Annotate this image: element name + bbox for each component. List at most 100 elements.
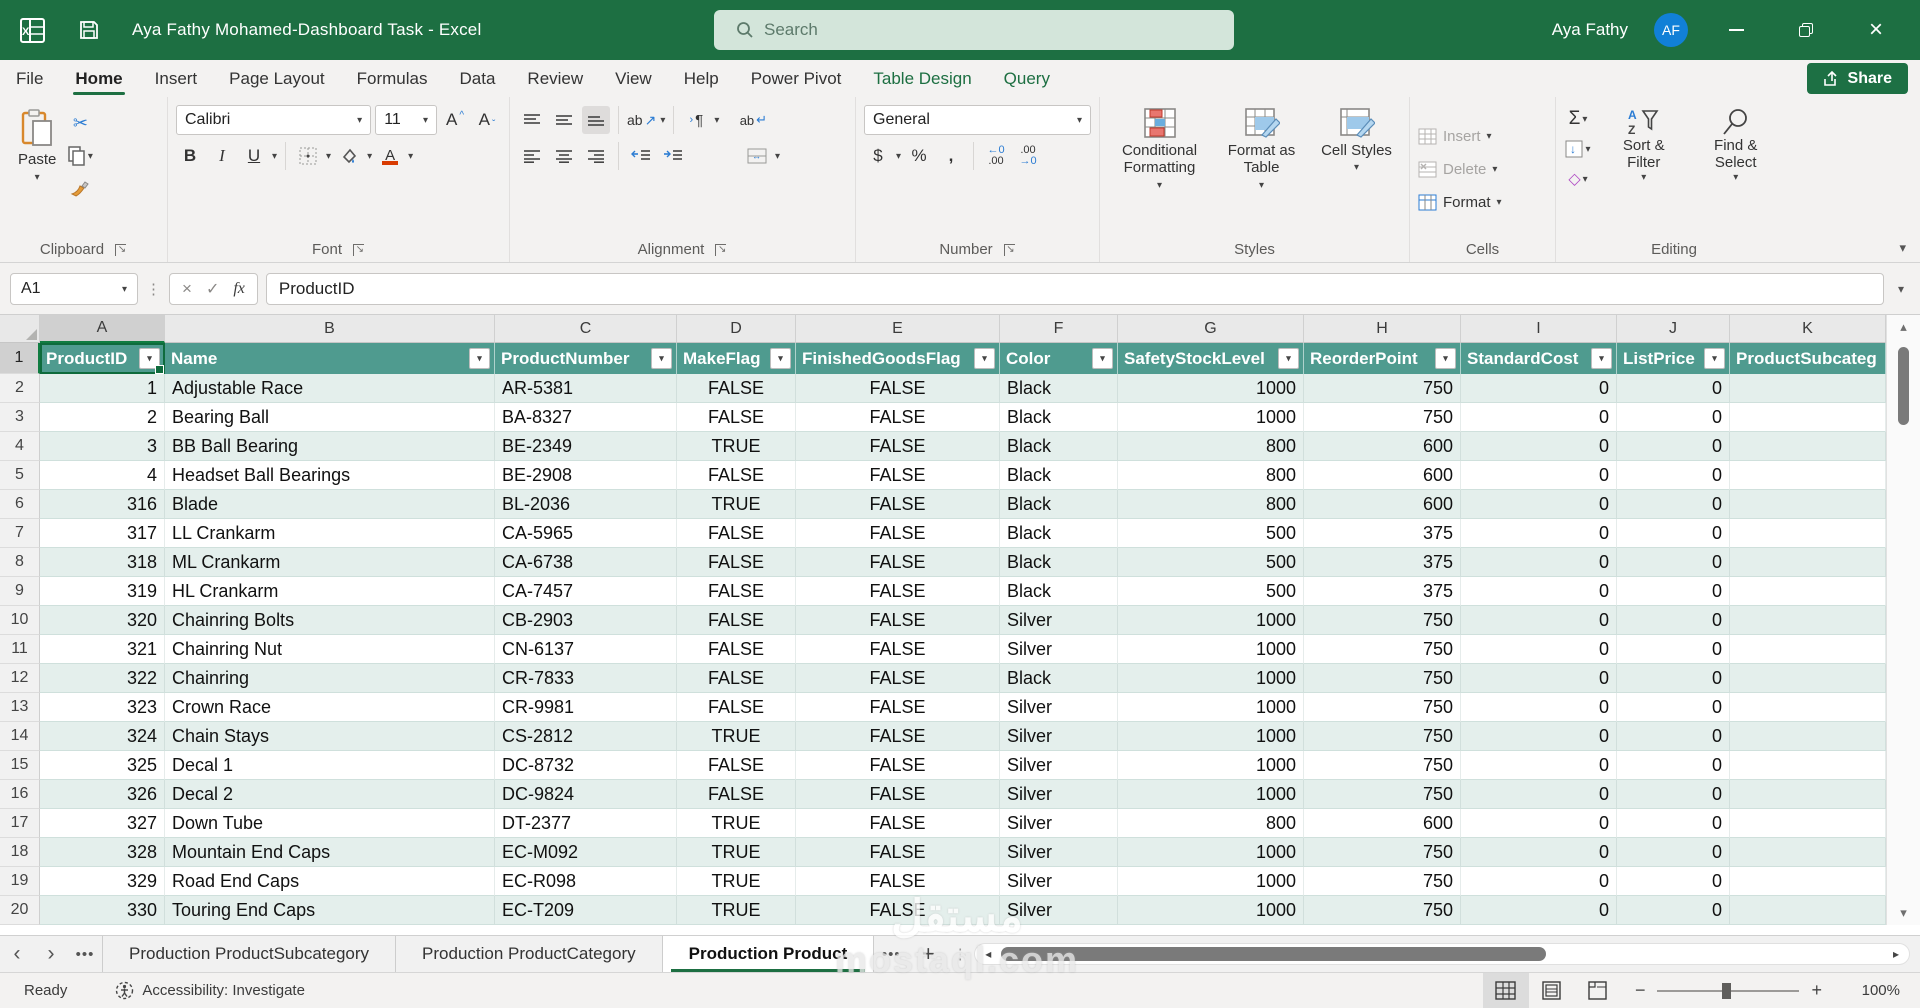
cell-J18[interactable]: 0 [1617,838,1730,867]
search-box[interactable]: Search [714,10,1234,50]
cell-D16[interactable]: FALSE [677,780,796,809]
cell-J3[interactable]: 0 [1617,403,1730,432]
cell-K13[interactable] [1730,693,1886,722]
cell-H8[interactable]: 375 [1304,548,1461,577]
cell-F19[interactable]: Silver [1000,867,1118,896]
cell-B18[interactable]: Mountain End Caps [165,838,495,867]
cell-A12[interactable]: 322 [40,664,165,693]
cell-K18[interactable] [1730,838,1886,867]
ribbon-tab-review[interactable]: Review [511,60,599,97]
cell-J6[interactable]: 0 [1617,490,1730,519]
sheet-tab-production-productsubcategory[interactable]: Production ProductSubcategory [102,936,396,973]
cell-G8[interactable]: 500 [1118,548,1304,577]
cell-D2[interactable]: FALSE [677,374,796,403]
font-dialog-launcher[interactable]: ↘ [352,243,365,256]
cell-A18[interactable]: 328 [40,838,165,867]
more-sheets-left-icon[interactable]: ••• [68,946,102,963]
zoom-thumb[interactable] [1722,983,1731,999]
filter-button[interactable]: ▾ [770,348,791,369]
cell-B13[interactable]: Crown Race [165,693,495,722]
hscroll-thumb[interactable] [1001,947,1546,961]
cell-K19[interactable] [1730,867,1886,896]
cell-G5[interactable]: 800 [1118,461,1304,490]
cell-A10[interactable]: 320 [40,606,165,635]
cell-C8[interactable]: CA-6738 [495,548,677,577]
cell-H20[interactable]: 750 [1304,896,1461,925]
cell-G9[interactable]: 500 [1118,577,1304,606]
accessibility-status[interactable]: Accessibility: Investigate [115,981,305,1000]
cell-J13[interactable]: 0 [1617,693,1730,722]
cell-K10[interactable] [1730,606,1886,635]
cell-D7[interactable]: FALSE [677,519,796,548]
cell-D15[interactable]: FALSE [677,751,796,780]
cell-C14[interactable]: CS-2812 [495,722,677,751]
cell-F11[interactable]: Silver [1000,635,1118,664]
cell-A14[interactable]: 324 [40,722,165,751]
cell-E2[interactable]: FALSE [796,374,1000,403]
cell-H11[interactable]: 750 [1304,635,1461,664]
cell-A19[interactable]: 329 [40,867,165,896]
cell-I11[interactable]: 0 [1461,635,1617,664]
ribbon-tab-page-layout[interactable]: Page Layout [213,60,340,97]
cell-B5[interactable]: Headset Ball Bearings [165,461,495,490]
cell-F15[interactable]: Silver [1000,751,1118,780]
cell-B12[interactable]: Chainring [165,664,495,693]
user-name[interactable]: Aya Fathy [1552,20,1628,40]
cell-E10[interactable]: FALSE [796,606,1000,635]
format-as-table-button[interactable]: Format as Table ▾ [1212,105,1312,234]
new-sheet-button[interactable]: + [908,941,948,967]
format-painter-button[interactable] [66,175,94,203]
cell-E4[interactable]: FALSE [796,432,1000,461]
row-header-16[interactable]: 16 [0,780,40,809]
cell-E15[interactable]: FALSE [796,751,1000,780]
cell-F13[interactable]: Silver [1000,693,1118,722]
cell-G7[interactable]: 500 [1118,519,1304,548]
cell-E7[interactable]: FALSE [796,519,1000,548]
format-cells-button[interactable]: Format▾ [1418,187,1547,218]
cell-A11[interactable]: 321 [40,635,165,664]
scroll-down-arrow[interactable]: ▾ [1887,901,1920,925]
cell-I10[interactable]: 0 [1461,606,1617,635]
cell-F6[interactable]: Black [1000,490,1118,519]
cell-I16[interactable]: 0 [1461,780,1617,809]
cell-G3[interactable]: 1000 [1118,403,1304,432]
wrap-text-button[interactable]: ab↵ [739,106,767,134]
cancel-icon[interactable]: × [182,279,192,299]
insert-function-icon[interactable]: fx [233,280,245,298]
cell-F14[interactable]: Silver [1000,722,1118,751]
cell-H18[interactable]: 750 [1304,838,1461,867]
cell-D18[interactable]: TRUE [677,838,796,867]
cell-K5[interactable] [1730,461,1886,490]
table-header-ReorderPoint[interactable]: ReorderPoint▾ [1304,343,1461,374]
cell-I2[interactable]: 0 [1461,374,1617,403]
ribbon-tab-help[interactable]: Help [668,60,735,97]
filter-button[interactable]: ▾ [469,348,490,369]
cell-C17[interactable]: DT-2377 [495,809,677,838]
cell-B8[interactable]: ML Crankarm [165,548,495,577]
insert-cells-button[interactable]: Insert▾ [1418,121,1547,152]
ribbon-tab-table-design[interactable]: Table Design [857,60,987,97]
cell-H13[interactable]: 750 [1304,693,1461,722]
cell-F2[interactable]: Black [1000,374,1118,403]
sheet-nav-right-icon[interactable]: › [34,942,68,966]
cell-F5[interactable]: Black [1000,461,1118,490]
sheet-tab-production-productcategory[interactable]: Production ProductCategory [396,936,663,973]
cell-K6[interactable] [1730,490,1886,519]
cell-F8[interactable]: Black [1000,548,1118,577]
cell-A5[interactable]: 4 [40,461,165,490]
font-color-button[interactable]: A [376,142,404,170]
cell-A3[interactable]: 2 [40,403,165,432]
cell-K20[interactable] [1730,896,1886,925]
cell-K4[interactable] [1730,432,1886,461]
filter-button[interactable]: ▾ [1278,348,1299,369]
cell-K9[interactable] [1730,577,1886,606]
decrease-decimal-button[interactable]: .00→0 [1014,142,1042,170]
cell-A20[interactable]: 330 [40,896,165,925]
decrease-font-button[interactable]: Aˇ [473,106,501,134]
cell-I3[interactable]: 0 [1461,403,1617,432]
align-center-button[interactable] [550,142,578,170]
middle-align-button[interactable] [550,106,578,134]
italic-button[interactable]: I [208,142,236,170]
table-header-ProductNumber[interactable]: ProductNumber▾ [495,343,677,374]
cell-H17[interactable]: 600 [1304,809,1461,838]
